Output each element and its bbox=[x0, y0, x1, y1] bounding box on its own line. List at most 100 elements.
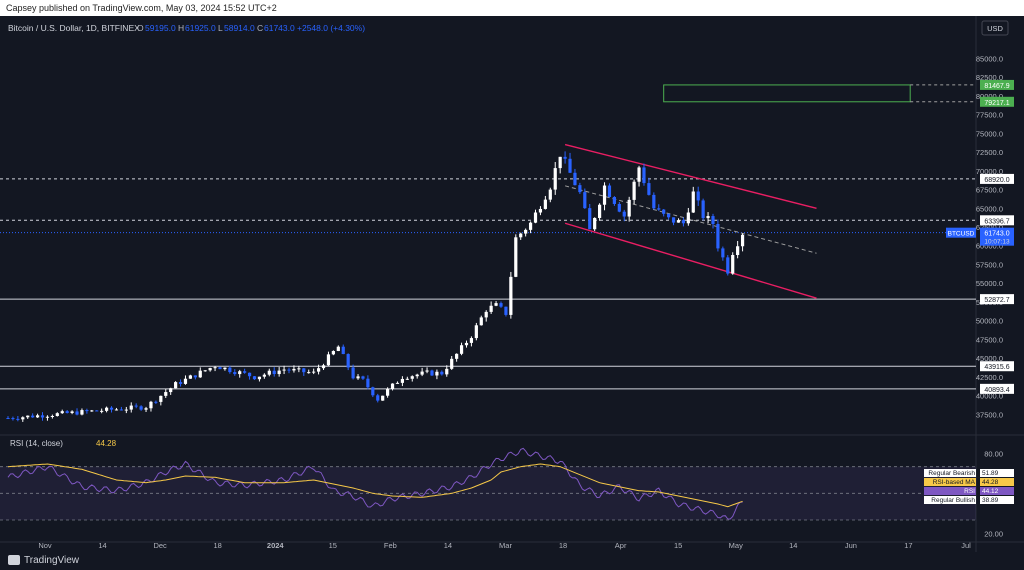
candle-body bbox=[657, 208, 661, 210]
x-tick-label: 14 bbox=[789, 541, 797, 550]
tradingview-logo[interactable]: TradingView bbox=[8, 555, 79, 566]
candle-body bbox=[479, 317, 483, 326]
candle-body bbox=[80, 410, 84, 415]
x-tick-label: Mar bbox=[499, 541, 512, 550]
candle-body bbox=[287, 369, 291, 371]
candle-body bbox=[528, 222, 533, 230]
candle-body bbox=[129, 405, 133, 410]
current-price-text: 61743.0 bbox=[984, 231, 1009, 238]
x-tick-label: Feb bbox=[384, 541, 397, 550]
candle-body bbox=[425, 370, 429, 372]
candle-body bbox=[85, 410, 89, 412]
candle-body bbox=[326, 354, 331, 366]
y-tick-label: 57500.0 bbox=[976, 260, 1003, 269]
x-tick-label: Jul bbox=[961, 541, 971, 550]
candle-body bbox=[558, 156, 562, 169]
rsi-legend-value: 44.28 bbox=[982, 479, 999, 486]
candle-body bbox=[282, 369, 286, 371]
candle-body bbox=[420, 371, 424, 375]
candle-body bbox=[736, 246, 740, 255]
candle-body bbox=[257, 376, 262, 380]
candle-body bbox=[405, 378, 409, 380]
candle-body bbox=[302, 368, 306, 373]
close-label: C bbox=[257, 23, 263, 33]
candle-body bbox=[593, 217, 597, 230]
candle-body bbox=[716, 223, 720, 249]
y-tick-label: 50000.0 bbox=[976, 317, 1003, 326]
candle-body bbox=[632, 181, 636, 200]
channel-lower-line bbox=[564, 222, 817, 299]
x-tick-label: 15 bbox=[674, 541, 682, 550]
candle-body bbox=[90, 410, 94, 412]
close-value: 61743.0 bbox=[264, 23, 295, 33]
rsi-legend-value: 51.89 bbox=[982, 470, 999, 477]
candle-body bbox=[213, 367, 217, 369]
y-tick-label: 67500.0 bbox=[976, 186, 1003, 195]
candle-body bbox=[504, 306, 508, 315]
level-label: 52872.7 bbox=[984, 297, 1009, 304]
candle-body bbox=[489, 305, 493, 312]
candle-body bbox=[31, 415, 35, 418]
rsi-layer: 80.00 20.00 RSI (14, close) 44.28 Regular Be… bbox=[0, 439, 1014, 538]
candle-body bbox=[543, 199, 547, 209]
candle-body bbox=[100, 410, 104, 412]
low-value: 58914.0 bbox=[224, 23, 255, 33]
candle-body bbox=[538, 208, 543, 213]
candle-body bbox=[40, 415, 45, 418]
level-label: 68920.0 bbox=[984, 177, 1009, 184]
currency-button[interactable]: USD bbox=[981, 20, 1009, 36]
candle-body bbox=[233, 372, 237, 375]
candle-body bbox=[95, 410, 99, 412]
candle-body bbox=[612, 197, 616, 204]
candle-body bbox=[105, 407, 109, 411]
x-tick-label: 17 bbox=[904, 541, 912, 550]
x-tick-label: Nov bbox=[38, 541, 52, 550]
open-value: 59195.0 bbox=[145, 23, 176, 33]
candle-body bbox=[35, 415, 40, 418]
candle-body bbox=[371, 387, 375, 396]
candle-body bbox=[321, 365, 326, 369]
candle-body bbox=[262, 374, 266, 377]
candle-body bbox=[484, 311, 488, 318]
price-chart-svg[interactable]: Bitcoin / U.S. Dollar, 1D, BITFINEX O 59… bbox=[0, 0, 1024, 570]
rsi-legend-name: Regular Bearish bbox=[928, 470, 975, 477]
rsi-title: RSI (14, close) bbox=[10, 439, 63, 448]
candle-body bbox=[45, 416, 50, 418]
rsi-tick-label: 20.00 bbox=[984, 529, 1003, 538]
x-tick-label: 18 bbox=[214, 541, 222, 550]
candle-body bbox=[514, 237, 518, 277]
candle-body bbox=[203, 370, 207, 372]
candle-body bbox=[341, 346, 345, 355]
x-tick-label: 2024 bbox=[267, 541, 285, 550]
candle-body bbox=[247, 372, 252, 377]
x-tick-label: 18 bbox=[559, 541, 567, 550]
candle-body bbox=[336, 346, 340, 352]
rsi-legend-value: 38.89 bbox=[982, 497, 999, 504]
level-label: 63396.7 bbox=[984, 218, 1009, 225]
candle-body bbox=[144, 408, 148, 410]
candle-body bbox=[351, 367, 355, 379]
low-label: L bbox=[218, 23, 223, 33]
candle-body bbox=[50, 415, 54, 417]
candle-body bbox=[637, 167, 641, 182]
candle-body bbox=[726, 257, 730, 274]
y-tick-label: 55000.0 bbox=[976, 279, 1003, 288]
candle-body bbox=[381, 395, 385, 401]
candle-body bbox=[307, 372, 311, 374]
candle-body bbox=[174, 382, 178, 389]
candle-body bbox=[238, 371, 242, 375]
candle-body bbox=[415, 374, 419, 377]
candle-body bbox=[169, 388, 173, 393]
candle-body bbox=[464, 342, 469, 346]
candle-body bbox=[193, 375, 197, 378]
y-tick-label: 37500.0 bbox=[976, 410, 1003, 419]
high-label: H bbox=[178, 23, 184, 33]
y-tick-label: 42500.0 bbox=[976, 373, 1003, 382]
candle-body bbox=[701, 200, 705, 219]
candle-body bbox=[499, 303, 503, 307]
candle-body bbox=[11, 418, 15, 420]
candle-body bbox=[740, 234, 745, 247]
candle-body bbox=[208, 367, 212, 371]
candle-body bbox=[65, 411, 69, 413]
candle-body bbox=[292, 368, 296, 371]
